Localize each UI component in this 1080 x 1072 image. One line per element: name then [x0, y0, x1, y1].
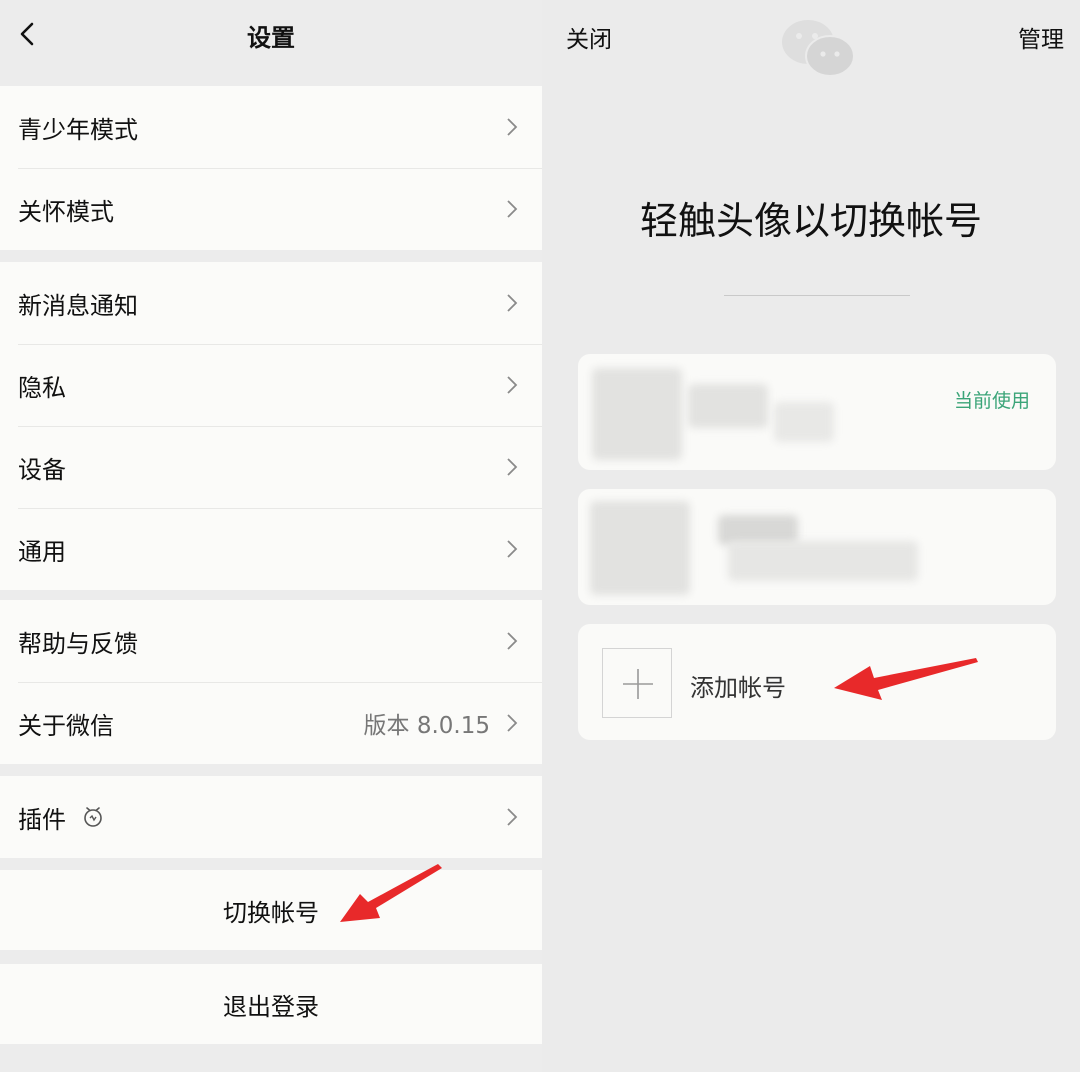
account-card[interactable] [578, 489, 1056, 605]
settings-panel: 设置 青少年模式 关怀模式 新消息通知 隐私 设备 通用 帮助与反馈 关于微信 … [0, 0, 542, 1072]
settings-item-help-feedback[interactable]: 帮助与反馈 [0, 600, 542, 682]
chevron-right-icon [507, 118, 518, 136]
settings-item-label: 关于微信 [18, 711, 114, 740]
settings-item-privacy[interactable]: 隐私 [0, 344, 542, 426]
settings-item-youth-mode[interactable]: 青少年模式 [0, 86, 542, 168]
account-name [688, 384, 768, 428]
account-switch-panel: 关闭 管理 轻触头像以切换帐号 当前使用 添加帐号 [542, 0, 1080, 1072]
account-card-current[interactable]: 当前使用 [578, 354, 1056, 470]
add-account-button[interactable]: 添加帐号 [578, 624, 1056, 740]
avatar [590, 501, 690, 595]
plugin-icon [84, 807, 102, 827]
settings-item-devices[interactable]: 设备 [0, 426, 542, 508]
settings-item-general[interactable]: 通用 [0, 508, 542, 590]
chevron-right-icon [507, 808, 518, 826]
chevron-right-icon [507, 294, 518, 312]
plus-icon [623, 669, 653, 699]
wechat-logo-icon [782, 20, 855, 77]
settings-item-label: 设备 [18, 455, 66, 484]
add-account-box [602, 648, 672, 718]
settings-item-about-wechat[interactable]: 关于微信 版本 8.0.15 [0, 682, 542, 764]
settings-group-3: 帮助与反馈 关于微信 版本 8.0.15 [0, 600, 542, 764]
switch-account-button[interactable]: 切换帐号 [0, 870, 542, 950]
settings-item-label: 关怀模式 [18, 197, 114, 226]
page-title: 设置 [247, 24, 295, 52]
version-value: 版本 8.0.15 [363, 713, 490, 739]
settings-group-4: 插件 [0, 776, 542, 858]
settings-item-notifications[interactable]: 新消息通知 [0, 262, 542, 344]
logout-label: 退出登录 [223, 992, 319, 1021]
settings-item-label: 隐私 [18, 373, 66, 402]
settings-group-2: 新消息通知 隐私 设备 通用 [0, 262, 542, 590]
switch-account-label: 切换帐号 [223, 898, 319, 927]
switch-heading: 轻触头像以切换帐号 [639, 199, 982, 243]
settings-item-label: 帮助与反馈 [18, 629, 138, 658]
avatar [592, 368, 682, 460]
account-id [774, 402, 834, 442]
settings-header: 设置 [0, 0, 542, 66]
close-button[interactable]: 关闭 [566, 20, 612, 54]
chevron-right-icon [507, 714, 518, 732]
settings-item-plugins[interactable]: 插件 [0, 776, 542, 858]
account-id [728, 541, 918, 581]
divider [724, 295, 910, 296]
chevron-right-icon [507, 632, 518, 650]
chevron-right-icon [507, 458, 518, 476]
settings-item-label: 青少年模式 [18, 115, 138, 144]
chevron-right-icon [507, 376, 518, 394]
settings-item-care-mode[interactable]: 关怀模式 [0, 168, 542, 250]
logout-button[interactable]: 退出登录 [0, 964, 542, 1044]
settings-item-label: 通用 [18, 537, 66, 566]
manage-button[interactable]: 管理 [1018, 20, 1064, 54]
current-account-tag: 当前使用 [953, 390, 1030, 412]
settings-item-label: 新消息通知 [18, 291, 138, 320]
settings-group-1: 青少年模式 关怀模式 [0, 86, 542, 250]
chevron-right-icon [507, 540, 518, 558]
add-account-label: 添加帐号 [690, 674, 786, 702]
chevron-right-icon [507, 200, 518, 218]
settings-item-label: 插件 [18, 805, 66, 834]
